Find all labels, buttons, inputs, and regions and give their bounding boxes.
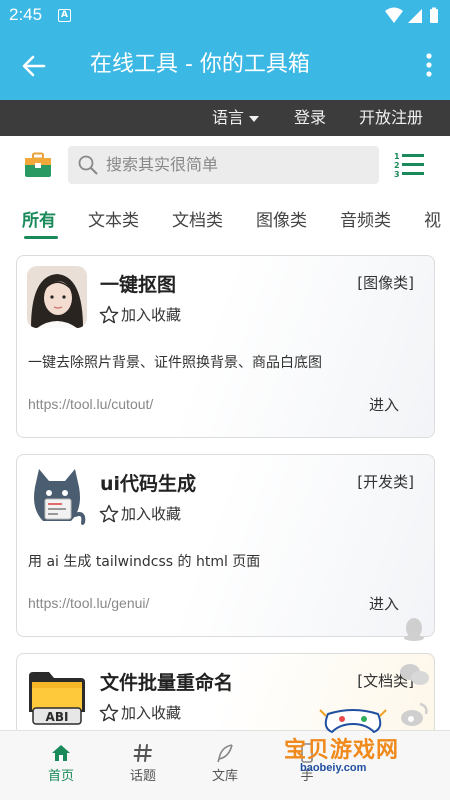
wechat-icon: [400, 664, 429, 685]
app-bar: 在线工具 - 你的工具箱: [0, 32, 450, 100]
tab-image[interactable]: 图像类: [256, 206, 307, 231]
tab-video[interactable]: 视: [424, 206, 441, 231]
notification-a-icon: A: [58, 9, 71, 22]
language-dropdown[interactable]: 语言: [212, 100, 260, 136]
caret-down-icon: [249, 115, 260, 122]
card-url[interactable]: https://tool.lu/cutout/: [28, 396, 153, 412]
more-vert-icon[interactable]: [422, 50, 436, 80]
tab-all[interactable]: 所有: [22, 206, 56, 231]
card-title: 一键抠图: [100, 274, 177, 296]
tool-card-genui[interactable]: ui代码生成 [开发类] 加入收藏 用 ai 生成 tailwindcss 的 …: [16, 454, 435, 637]
login-link[interactable]: 登录: [294, 100, 326, 136]
app-title: 在线工具 - 你的工具箱: [90, 52, 310, 77]
nav-label: 话题: [129, 769, 156, 784]
watermark-text: 宝贝游戏网: [284, 738, 400, 763]
cutout-thumbnail: [27, 266, 87, 328]
signal-icon: [408, 9, 422, 23]
genui-cat-thumbnail: [27, 465, 87, 527]
tab-active-indicator: [24, 236, 58, 239]
status-bar: 2:45 A: [0, 0, 450, 32]
card-title: ui代码生成: [100, 473, 197, 495]
tab-document[interactable]: 文档类: [172, 206, 223, 231]
qq-icon: [404, 618, 424, 641]
nav-label: 首页: [47, 769, 74, 784]
card-url[interactable]: https://tool.lu/genui/: [28, 595, 149, 611]
card-category-tag: [开发类]: [357, 473, 414, 491]
home-icon: [52, 745, 70, 761]
top-link-bar: 语言 登录 开放注册: [0, 100, 450, 136]
register-link[interactable]: 开放注册: [359, 100, 423, 136]
card-category-tag: [图像类]: [357, 274, 414, 292]
tool-card-cutout[interactable]: 一键抠图 [图像类] 加入收藏 一键去除照片背景、证件照换背景、商品白底图 ht…: [16, 255, 435, 438]
search-input[interactable]: 搜索其实很简单: [68, 146, 379, 184]
nav-library[interactable]: 文库: [195, 731, 255, 800]
enter-button[interactable]: 进入: [369, 593, 399, 614]
hash-icon: [133, 744, 152, 762]
enter-button[interactable]: 进入: [369, 394, 399, 415]
nav-label: 文库: [211, 769, 238, 784]
language-label: 语言: [212, 108, 245, 127]
card-title: 文件批量重命名: [100, 672, 234, 694]
svg-text:3: 3: [394, 170, 400, 179]
search-icon: [78, 155, 98, 175]
rename-folder-thumbnail: ABI: [27, 664, 87, 726]
tool-list: 一键抠图 [图像类] 加入收藏 一键去除照片背景、证件照换背景、商品白底图 ht…: [0, 246, 450, 730]
favorite-label: 加入收藏: [121, 704, 182, 722]
nav-topics[interactable]: 话题: [113, 731, 173, 800]
watermark-url: baobeiy.com: [300, 762, 367, 774]
card-description: 用 ai 生成 tailwindcss 的 html 页面: [28, 554, 261, 570]
search-placeholder: 搜索其实很简单: [106, 155, 219, 174]
tab-text[interactable]: 文本类: [88, 206, 139, 231]
category-tabs: 所有 文本类 文档类 图像类 音频类 视: [0, 196, 450, 246]
svg-text:2: 2: [394, 161, 400, 170]
favorite-label: 加入收藏: [121, 306, 182, 324]
toolbox-icon[interactable]: [24, 152, 52, 178]
search-row: 搜索其实很简单 1 2 3: [0, 136, 450, 196]
wifi-icon: [385, 7, 403, 23]
feather-icon: [217, 744, 233, 763]
watermark-logo: 宝贝游戏网 baobeiy.com: [280, 706, 430, 786]
card-description: 一键去除照片背景、证件照换背景、商品白底图: [28, 355, 322, 371]
battery-icon: [430, 9, 438, 23]
status-icons: [385, 7, 438, 23]
star-outline-icon: [99, 305, 119, 324]
thumb-abi-text: ABI: [46, 710, 69, 724]
status-time: 2:45: [9, 5, 43, 24]
star-outline-icon: [99, 504, 119, 523]
numbered-list-icon[interactable]: 1 2 3: [394, 151, 424, 179]
star-outline-icon: [99, 703, 119, 722]
svg-text:1: 1: [394, 152, 400, 161]
nav-home[interactable]: 首页: [31, 731, 91, 800]
favorite-label: 加入收藏: [121, 505, 182, 523]
back-arrow-icon[interactable]: [20, 52, 48, 80]
tab-audio[interactable]: 音频类: [340, 206, 391, 231]
